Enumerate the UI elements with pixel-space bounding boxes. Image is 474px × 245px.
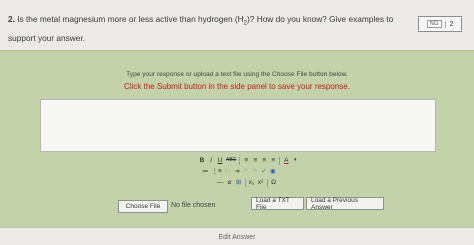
align-left-icon[interactable]: ≡ xyxy=(243,156,249,165)
load-previous-answer-button[interactable]: Load a Previous Answer xyxy=(306,197,384,211)
spellcheck-icon[interactable]: ✓ xyxy=(261,167,267,176)
strikethrough-button[interactable]: ABC xyxy=(226,156,236,165)
submit-notice: Click the Submit button in the side pane… xyxy=(124,82,350,91)
chevron-down-icon[interactable]: ▾ xyxy=(292,156,298,165)
subscript-button[interactable]: x₂ xyxy=(249,178,255,187)
horizontal-rule-icon[interactable]: — xyxy=(217,178,224,187)
font-color-button[interactable]: A xyxy=(283,156,289,165)
help-icon[interactable]: ◉ xyxy=(270,167,276,176)
toolbar-divider xyxy=(244,178,246,187)
response-panel: Type your response or upload a text file… xyxy=(0,50,474,228)
align-center-icon[interactable]: ≡ xyxy=(252,156,258,165)
bullet-list-icon[interactable]: ≔ xyxy=(202,167,209,176)
response-instruction: Type your response or upload a text file… xyxy=(126,71,348,78)
question-line2: support your answer. xyxy=(8,32,86,43)
toolbar-divider xyxy=(239,156,241,165)
numbered-list-icon[interactable]: ⋮≡ xyxy=(212,167,222,176)
bold-button[interactable]: B xyxy=(199,156,205,165)
question-number: 2. xyxy=(8,14,15,24)
load-txt-button[interactable]: Load a TXT File xyxy=(251,197,304,211)
align-right-icon[interactable]: ≡ xyxy=(261,156,267,165)
remove-format-icon[interactable]: ⌀ xyxy=(227,178,233,187)
response-textarea[interactable] xyxy=(40,99,436,152)
no-file-label: No file chosen xyxy=(171,202,216,209)
special-character-icon[interactable]: Ω xyxy=(271,178,277,187)
italic-button[interactable]: I xyxy=(208,156,214,165)
question-line1-end: )? How do you know? Give examples to xyxy=(247,14,394,24)
score-value: 2 xyxy=(444,20,453,28)
question-line1: Is the metal magnesium more or less acti… xyxy=(17,14,244,24)
score-badge: NG xyxy=(426,20,442,28)
underline-button[interactable]: U xyxy=(217,156,223,165)
edit-answer-link[interactable]: Edit Answer xyxy=(0,234,474,241)
outdent-icon[interactable]: ⇤ xyxy=(225,167,231,176)
score-box[interactable]: NG 2 xyxy=(418,16,462,32)
align-justify-icon[interactable]: ≡ xyxy=(270,156,276,165)
redo-icon[interactable]: ↷ xyxy=(252,167,258,176)
table-icon[interactable]: ⊞ xyxy=(236,178,242,187)
toolbar-divider xyxy=(279,156,281,165)
indent-icon[interactable]: ⇥ xyxy=(234,167,240,176)
editor-toolbar: B I U ABC ≡ ≡ ≡ ≡ A ▾ ≔ ⋮≡ ⇤ ⇥ ↶ ↷ ✓ ◉ —… xyxy=(194,155,314,188)
question-text: 2. Is the metal magnesium more or less a… xyxy=(8,12,408,45)
choose-file-button[interactable]: Choose File xyxy=(118,200,168,213)
toolbar-divider xyxy=(266,178,268,187)
superscript-button[interactable]: x² xyxy=(258,178,264,187)
undo-icon[interactable]: ↶ xyxy=(243,167,249,176)
